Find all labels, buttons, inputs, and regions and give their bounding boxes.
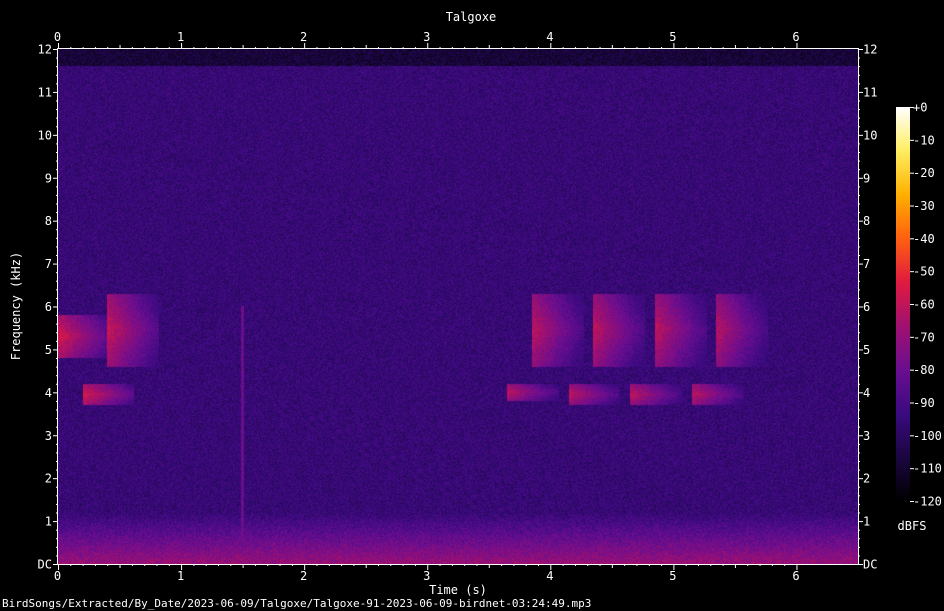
y-tick-label-left: 10: [38, 128, 52, 142]
x-tick-label-top: 0: [54, 30, 61, 44]
spectrogram-chart: Talgoxe 00112233445566 DC DC1 12 23 34 45 56 67…: [9, 10, 942, 597]
colorbar-tick-label: -90: [913, 396, 935, 410]
spectrogram-image-wrapper: [58, 49, 858, 564]
x-tick-label-bottom: 1: [177, 569, 184, 583]
x-axis-label: Time (s): [429, 583, 487, 597]
colorbar-tick-label: +0: [913, 101, 927, 115]
y-tick-label-left: 8: [45, 214, 52, 228]
colorbar-tick-label: -70: [913, 330, 935, 344]
colorbar: [896, 107, 910, 501]
x-tick-label-top: 4: [546, 30, 553, 44]
y-tick-label-left: 7: [45, 257, 52, 271]
x-tick-label-bottom: 3: [423, 569, 430, 583]
spectrogram-image: [58, 49, 858, 564]
colorbar-tick-label: -60: [913, 298, 935, 312]
y-tick-label-right: 3: [863, 429, 870, 443]
colorbar-tick-label: -100: [913, 429, 942, 443]
x-tick-label-top: 1: [177, 30, 184, 44]
chart-title: Talgoxe: [446, 10, 497, 24]
y-tick-label-right: 8: [863, 214, 870, 228]
y-tick-label-right: 1: [863, 515, 870, 529]
y-tick-label-right: 9: [863, 171, 870, 185]
x-tick-label-bottom: 5: [669, 569, 676, 583]
y-tick-label-left: 5: [45, 343, 52, 357]
x-tick-label-bottom: 2: [300, 569, 307, 583]
colorbar-tick-label: -20: [913, 166, 935, 180]
y-tick-label-left: 6: [45, 300, 52, 314]
colorbar-tick-label: -30: [913, 199, 935, 213]
y-tick-label-left: 2: [45, 472, 52, 486]
x-tick-label-top: 3: [423, 30, 430, 44]
y-tick-label-left: 11: [38, 85, 52, 99]
y-tick-label-right: 4: [863, 386, 870, 400]
colorbar-tick-label: -80: [913, 363, 935, 377]
y-tick-label-left: 4: [45, 386, 52, 400]
colorbar-tick-label: -120: [913, 495, 942, 509]
y-tick-label-left: 3: [45, 429, 52, 443]
y-tick-label-left: 12: [38, 43, 52, 57]
y-tick-label-right: 11: [863, 85, 877, 99]
y-tick-label-left: DC: [38, 558, 52, 572]
y-tick-label-right: 6: [863, 300, 870, 314]
y-tick-label-right: 2: [863, 472, 870, 486]
x-tick-label-top: 6: [792, 30, 799, 44]
colorbar-ticks: +0 -10 -20 -30 -40 -50 -60 -70 -80 -90 -100 -110 -12…: [910, 101, 942, 509]
y-axis-label: Frequency (kHz): [9, 252, 23, 360]
y-tick-label-right: DC: [863, 558, 877, 572]
colorbar-label: dBFS: [898, 519, 927, 533]
x-tick-label-bottom: 0: [54, 569, 61, 583]
x-tick-label-top: 5: [669, 30, 676, 44]
x-tick-label-top: 2: [300, 30, 307, 44]
colorbar-tick-label: -50: [913, 265, 935, 279]
y-tick-label-left: 1: [45, 515, 52, 529]
colorbar-tick-label: -10: [913, 133, 935, 147]
colorbar-tick-label: -40: [913, 232, 935, 246]
y-tick-label-right: 10: [863, 128, 877, 142]
colorbar-tick-label: -110: [913, 462, 942, 476]
file-path: BirdSongs/Extracted/By_Date/2023-06-09/T…: [2, 597, 592, 610]
y-tick-label-right: 7: [863, 257, 870, 271]
y-tick-label-right: 12: [863, 43, 877, 57]
y-tick-label-right: 5: [863, 343, 870, 357]
x-tick-label-bottom: 4: [546, 569, 553, 583]
x-tick-label-bottom: 6: [792, 569, 799, 583]
y-tick-label-left: 9: [45, 171, 52, 185]
